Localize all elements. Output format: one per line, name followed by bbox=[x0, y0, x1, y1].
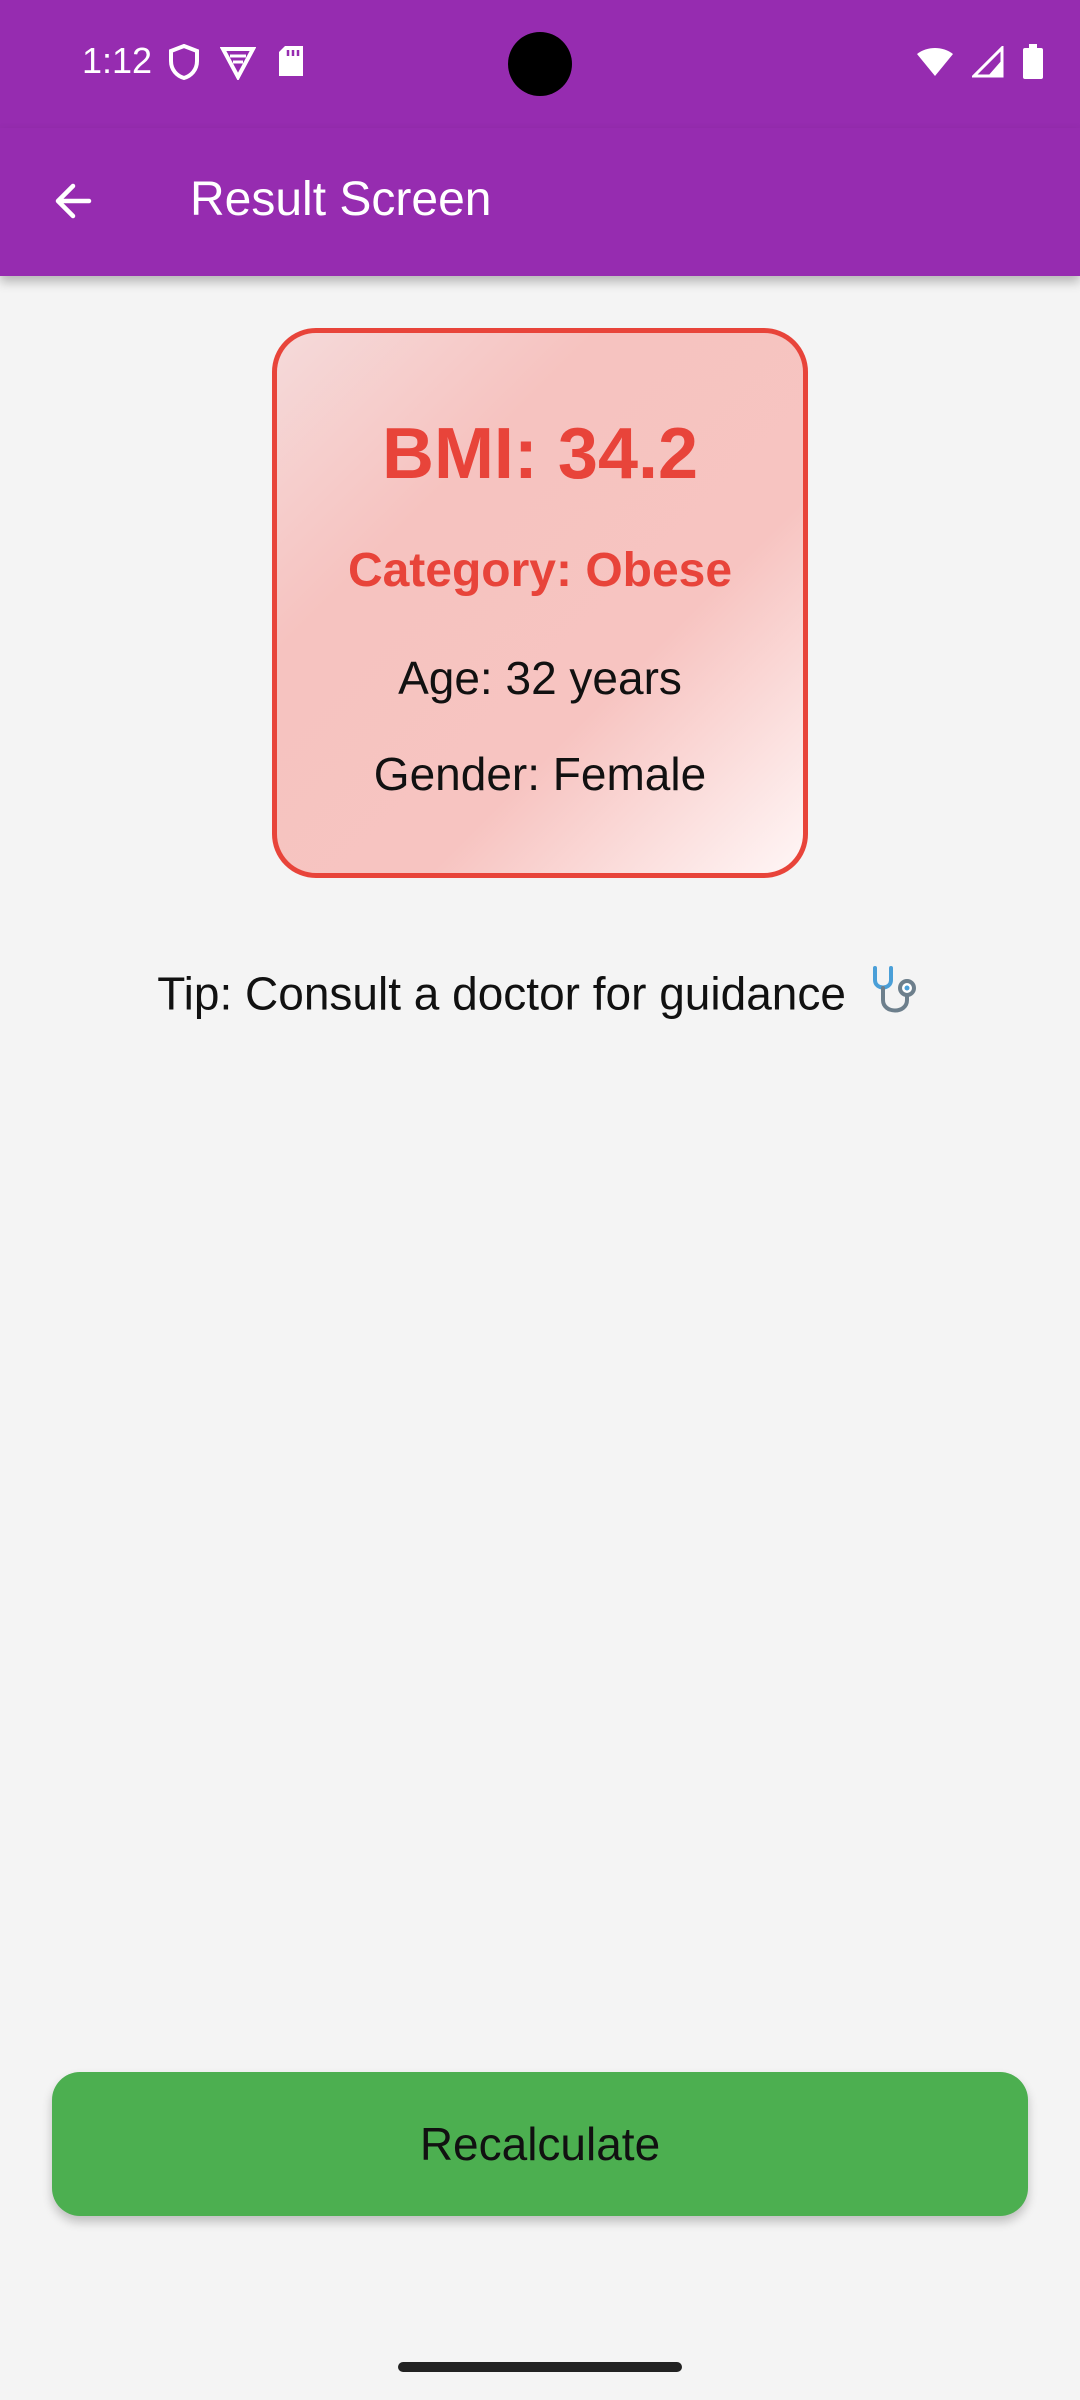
status-icons-left bbox=[168, 43, 306, 85]
sd-card-icon bbox=[276, 44, 306, 85]
arrow-back-icon bbox=[49, 177, 97, 230]
status-icons-right bbox=[916, 44, 1044, 85]
wifi-icon bbox=[916, 46, 954, 83]
status-time: 1:12 bbox=[82, 40, 153, 81]
bmi-result-card: BMI: 34.2 Category: Obese Age: 32 years … bbox=[272, 328, 808, 878]
tip-row: Tip: Consult a doctor for guidance bbox=[0, 964, 1080, 1031]
age-text: Age: 32 years bbox=[398, 652, 682, 704]
stethoscope-icon bbox=[867, 964, 923, 1031]
result-screen: 1:12 Result Screen BMI: 34.2 Category: O… bbox=[0, 0, 1080, 2400]
camera-cutout bbox=[508, 32, 572, 96]
recalculate-button[interactable]: Recalculate bbox=[52, 2072, 1028, 2216]
gender-text: Gender: Female bbox=[373, 748, 707, 800]
tip-text: Tip: Consult a doctor for guidance bbox=[157, 967, 846, 1020]
battery-icon bbox=[1022, 44, 1044, 85]
bmi-value: BMI: 34.2 bbox=[381, 414, 699, 494]
bmi-category: Category: Obese bbox=[347, 544, 733, 597]
back-button[interactable] bbox=[28, 158, 118, 248]
app-bar: Result Screen bbox=[0, 128, 1080, 276]
home-indicator[interactable] bbox=[398, 2362, 682, 2372]
shield-icon bbox=[168, 43, 200, 85]
cell-signal-icon bbox=[970, 44, 1004, 83]
page-title: Result Screen bbox=[190, 173, 492, 226]
status-bar: 1:12 bbox=[0, 0, 1080, 128]
vpn-icon bbox=[219, 44, 257, 85]
